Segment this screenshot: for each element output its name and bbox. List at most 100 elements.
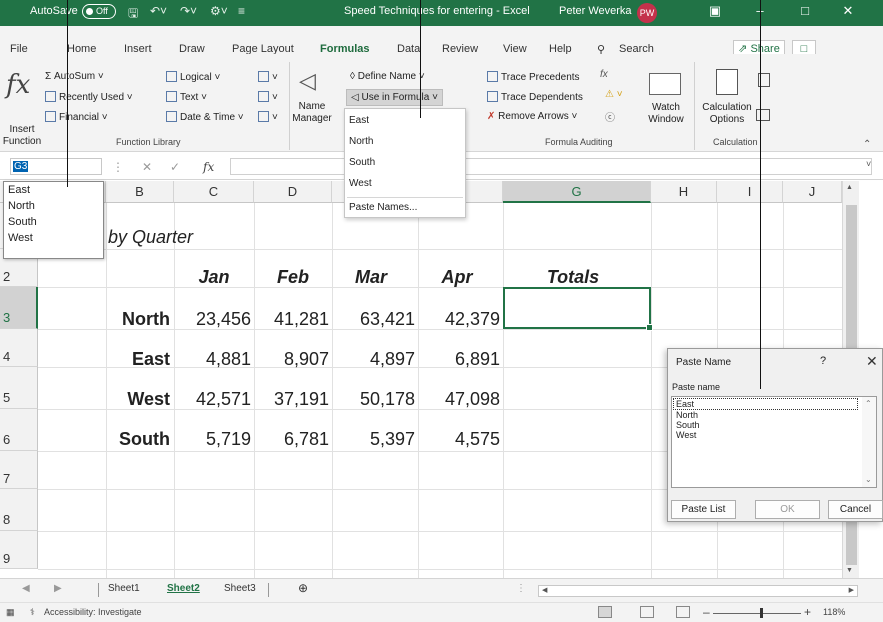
- name-box-item-west[interactable]: West: [4, 230, 103, 246]
- insert-function-icon[interactable]: fx: [6, 70, 30, 100]
- enter-icon[interactable]: ✓: [170, 160, 180, 174]
- menu-item-east[interactable]: East: [349, 115, 369, 126]
- undo-icon[interactable]: ↶˅: [150, 4, 167, 18]
- sheet-tab-3[interactable]: Sheet3: [224, 583, 256, 594]
- calculation-options-button[interactable]: Calculation Options: [696, 102, 758, 126]
- cell-north-jan[interactable]: 23,456: [174, 308, 251, 330]
- calculator-icon[interactable]: [716, 69, 738, 95]
- row-label-north[interactable]: North: [106, 308, 170, 330]
- name-box[interactable]: G3: [10, 158, 102, 175]
- page-break-view-icon[interactable]: [676, 606, 690, 618]
- name-manager-button[interactable]: Name Manager: [284, 101, 340, 125]
- row-header-7[interactable]: 7: [0, 451, 38, 489]
- column-header-b[interactable]: B: [106, 181, 174, 203]
- add-sheet-icon[interactable]: ⊕: [298, 581, 308, 595]
- remove-arrows-button[interactable]: ✗ Remove Arrows ˅: [487, 111, 577, 122]
- name-manager-icon[interactable]: ◁: [299, 68, 316, 94]
- error-checking-icon[interactable]: ⚠ ˅: [605, 89, 623, 100]
- row-header-3[interactable]: 3: [0, 287, 38, 329]
- calculate-sheet-icon[interactable]: [756, 109, 770, 121]
- text-button[interactable]: Text ˅: [166, 91, 207, 103]
- cell-west-feb[interactable]: 37,191: [254, 388, 329, 410]
- column-header-g[interactable]: G: [503, 181, 651, 203]
- define-name-button[interactable]: ◊ Define Name ˅: [350, 71, 425, 82]
- column-header-i[interactable]: I: [717, 181, 783, 203]
- header-totals[interactable]: Totals: [503, 266, 643, 288]
- cell-north-mar[interactable]: 63,421: [332, 308, 415, 330]
- row-header-8[interactable]: 8: [0, 489, 38, 531]
- accessibility-icon[interactable]: ⚕: [30, 607, 35, 618]
- logical-button[interactable]: Logical ˅: [166, 71, 220, 83]
- zoom-slider-thumb[interactable]: [760, 608, 763, 618]
- row-header-9[interactable]: 9: [0, 531, 38, 569]
- scroll-up-icon[interactable]: ▲: [846, 184, 853, 191]
- row-label-west[interactable]: West: [106, 388, 170, 410]
- sheet-tab-1[interactable]: Sheet1: [108, 583, 140, 594]
- row-header-5[interactable]: 5: [0, 367, 38, 409]
- column-header-h[interactable]: H: [651, 181, 717, 203]
- more-functions-button[interactable]: ˅: [258, 111, 278, 123]
- trace-dependents-button[interactable]: Trace Dependents: [487, 91, 583, 103]
- menu-item-west[interactable]: West: [349, 178, 372, 189]
- page-layout-view-icon[interactable]: [640, 606, 654, 618]
- maximize-icon[interactable]: □: [795, 3, 815, 18]
- redo-icon[interactable]: ↷˅: [180, 4, 197, 18]
- scroll-right-icon[interactable]: ▶: [849, 586, 854, 594]
- cell-east-mar[interactable]: 4,897: [332, 348, 415, 370]
- trace-precedents-button[interactable]: Trace Precedents: [487, 71, 580, 83]
- formula-input[interactable]: [230, 158, 872, 175]
- header-feb[interactable]: Feb: [254, 266, 332, 288]
- cell-north-apr[interactable]: 42,379: [418, 308, 500, 330]
- use-in-formula-button[interactable]: ◁ Use in Formula ˅: [346, 89, 443, 106]
- paste-name-list[interactable]: East North South West ⌃ ⌄: [671, 396, 877, 488]
- watch-window-icon[interactable]: [649, 73, 681, 95]
- zoom-slider[interactable]: [713, 613, 801, 614]
- zoom-in-icon[interactable]: +: [804, 605, 811, 619]
- user-name[interactable]: Peter Weverka: [559, 5, 632, 17]
- save-icon[interactable]: 🖫: [128, 4, 138, 25]
- cancel-icon[interactable]: ✕: [142, 160, 152, 174]
- watch-window-button[interactable]: Watch Window: [640, 102, 692, 126]
- cell-south-feb[interactable]: 6,781: [254, 428, 329, 450]
- zoom-level[interactable]: 118%: [823, 607, 845, 617]
- autosum-button[interactable]: Σ AutoSum ˅: [45, 71, 104, 82]
- row-label-east[interactable]: East: [106, 348, 170, 370]
- chevron-down-icon[interactable]: ⌄: [865, 475, 872, 485]
- cell-south-jan[interactable]: 5,719: [174, 428, 251, 450]
- list-item-east[interactable]: East: [673, 398, 858, 410]
- show-formulas-icon[interactable]: fx: [600, 69, 608, 80]
- autosave-toggle[interactable]: Off: [82, 4, 116, 19]
- recently-used-button[interactable]: Recently Used ˅: [45, 91, 133, 103]
- name-box-item-north[interactable]: North: [4, 198, 103, 214]
- avatar[interactable]: PW: [637, 3, 657, 23]
- scroll-left-icon[interactable]: ◀: [542, 586, 547, 594]
- evaluate-formula-icon[interactable]: ⓒ: [605, 109, 615, 124]
- cell-east-apr[interactable]: 6,891: [418, 348, 500, 370]
- column-header-j[interactable]: J: [783, 181, 842, 203]
- active-cell-g3[interactable]: [503, 287, 653, 331]
- zoom-out-icon[interactable]: –: [703, 605, 710, 619]
- customize-toolbar-icon[interactable]: ≡: [238, 4, 245, 18]
- chevron-up-icon[interactable]: ⌃: [865, 399, 872, 409]
- name-box-item-south[interactable]: South: [4, 214, 103, 230]
- cell-south-apr[interactable]: 4,575: [418, 428, 500, 450]
- next-sheet-icon[interactable]: ▶: [54, 583, 62, 594]
- menu-item-north[interactable]: North: [349, 136, 373, 147]
- date-time-button[interactable]: Date & Time ˅: [166, 111, 244, 123]
- menu-item-south[interactable]: South: [349, 157, 375, 168]
- collapse-ribbon-icon[interactable]: ⌃: [863, 139, 871, 150]
- expand-formula-bar-icon[interactable]: ˅: [866, 159, 871, 169]
- cell-west-apr[interactable]: 47,098: [418, 388, 500, 410]
- scroll-down-icon[interactable]: ▼: [846, 567, 853, 574]
- column-header-c[interactable]: C: [174, 181, 254, 203]
- cell-south-mar[interactable]: 5,397: [332, 428, 415, 450]
- financial-button[interactable]: Financial ˅: [45, 111, 108, 123]
- quick-access-icon[interactable]: ⚙˅: [210, 4, 228, 18]
- help-icon[interactable]: ?: [820, 355, 826, 367]
- header-jan[interactable]: Jan: [174, 266, 254, 288]
- close-window-icon[interactable]: ✕: [838, 3, 858, 19]
- column-header-d[interactable]: D: [254, 181, 332, 203]
- cell-north-feb[interactable]: 41,281: [254, 308, 329, 330]
- header-mar[interactable]: Mar: [332, 266, 410, 288]
- math-button[interactable]: ˅: [258, 91, 278, 103]
